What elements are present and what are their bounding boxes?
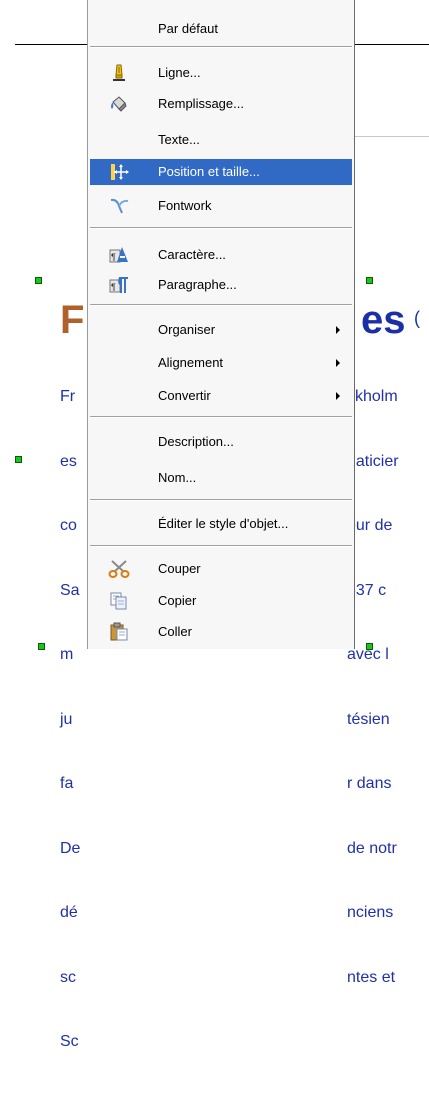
menu-item-editer-style-objet[interactable]: Éditer le style d'objet... bbox=[90, 511, 352, 537]
horizontal-rule-top-left bbox=[15, 44, 87, 45]
text-line: co bbox=[60, 517, 77, 534]
menu-item-ligne[interactable]: Ligne... bbox=[90, 60, 352, 86]
menu-item-remplissage[interactable]: Remplissage... bbox=[90, 91, 352, 117]
menu-item-alignement[interactable]: Alignement bbox=[90, 350, 352, 376]
text-line: fa bbox=[60, 775, 74, 792]
document-title-tail: ( bbox=[414, 308, 420, 328]
menu-item-fontwork[interactable]: Fontwork bbox=[90, 193, 352, 219]
menu-item-couper[interactable]: Couper bbox=[90, 556, 352, 582]
menu-separator bbox=[90, 499, 352, 501]
menu-item-label: Par défaut bbox=[158, 21, 218, 36]
menu-item-label: Remplissage... bbox=[158, 96, 244, 111]
document-title-fragment-right: es bbox=[361, 298, 406, 342]
document-title-fragment-left: F bbox=[60, 298, 85, 342]
menu-item-texte[interactable]: Texte... bbox=[90, 127, 352, 153]
submenu-arrow-icon bbox=[336, 326, 340, 334]
text-line: dé bbox=[60, 904, 78, 921]
context-menu: Par défaut Ligne... Remplissage... Texte… bbox=[87, 0, 355, 649]
text-line bbox=[347, 1031, 399, 1053]
selection-handle-top-left[interactable] bbox=[35, 277, 42, 284]
menu-item-label: Coller bbox=[158, 624, 192, 639]
text-line: ju bbox=[60, 710, 73, 728]
text-line: es bbox=[60, 452, 77, 470]
text-line: Sa bbox=[60, 581, 80, 599]
fontwork-icon bbox=[108, 196, 130, 216]
menu-separator bbox=[90, 545, 352, 547]
menu-item-label: Convertir bbox=[158, 388, 211, 403]
menu-item-convertir[interactable]: Convertir bbox=[90, 383, 352, 409]
menu-separator bbox=[90, 46, 352, 48]
menu-item-label: Fontwork bbox=[158, 198, 212, 213]
position-size-icon bbox=[108, 162, 130, 182]
svg-text:¶: ¶ bbox=[111, 282, 116, 292]
menu-item-label: Alignement bbox=[158, 355, 224, 370]
menu-item-organiser[interactable]: Organiser bbox=[90, 317, 352, 343]
menu-item-nom[interactable]: Nom... bbox=[90, 465, 352, 491]
menu-item-par-defaut[interactable]: Par défaut bbox=[90, 16, 352, 42]
menu-item-paragraphe[interactable]: ¶ Paragraphe... bbox=[90, 272, 352, 298]
scissors-icon bbox=[108, 559, 130, 579]
menu-separator bbox=[90, 227, 352, 229]
menu-separator bbox=[90, 304, 352, 306]
selection-handle-middle-left[interactable] bbox=[15, 456, 22, 463]
horizontal-rule-top-right bbox=[355, 44, 429, 45]
paste-icon bbox=[108, 622, 130, 642]
submenu-arrow-icon bbox=[336, 392, 340, 400]
menu-separator bbox=[90, 416, 352, 418]
menu-item-label: Position et taille... bbox=[158, 164, 260, 179]
text-line: sc bbox=[60, 968, 76, 986]
menu-item-label: Texte... bbox=[158, 132, 200, 147]
menu-item-label: Caractère... bbox=[158, 247, 226, 262]
copy-icon bbox=[108, 591, 130, 611]
menu-item-copier[interactable]: Copier bbox=[90, 588, 352, 614]
text-line: ntes et bbox=[347, 968, 396, 986]
text-line: m bbox=[60, 646, 74, 663]
svg-text:¶: ¶ bbox=[111, 252, 116, 262]
text-line: r dans bbox=[347, 775, 392, 792]
text-line: Fr bbox=[60, 388, 76, 405]
selection-handle-top-right[interactable] bbox=[366, 277, 373, 284]
menu-item-label: Nom... bbox=[158, 470, 197, 485]
menu-item-position-et-taille[interactable]: Position et taille... bbox=[90, 159, 352, 185]
menu-item-label: Copier bbox=[158, 593, 197, 608]
menu-item-label: Description... bbox=[158, 434, 234, 449]
document-body-left-column: Fr es co Sa m ju fa De dé sc Sc bbox=[60, 343, 80, 1096]
menu-item-caractere[interactable]: ¶ Caractère... bbox=[90, 242, 352, 268]
menu-item-label: Organiser bbox=[158, 322, 216, 337]
text-line: Sc bbox=[60, 1033, 79, 1050]
text-line: De bbox=[60, 839, 81, 857]
menu-item-label: Paragraphe... bbox=[158, 277, 237, 292]
submenu-arrow-icon bbox=[336, 359, 340, 367]
menu-item-label: Éditer le style d'objet... bbox=[158, 516, 289, 531]
menu-item-description[interactable]: Description... bbox=[90, 429, 352, 455]
menu-item-label: Ligne... bbox=[158, 65, 201, 80]
paint-bucket-icon bbox=[108, 94, 130, 114]
line-pen-icon bbox=[108, 63, 130, 83]
text-line: de notr bbox=[347, 839, 397, 857]
text-line: nciens bbox=[347, 904, 394, 921]
text-line: tésien bbox=[347, 710, 390, 728]
horizontal-rule-gray bbox=[355, 136, 429, 137]
paragraph-icon: ¶ bbox=[108, 275, 130, 295]
character-icon: ¶ bbox=[108, 245, 130, 265]
menu-item-label: Couper bbox=[158, 561, 201, 576]
menu-item-coller[interactable]: Coller bbox=[90, 619, 352, 645]
